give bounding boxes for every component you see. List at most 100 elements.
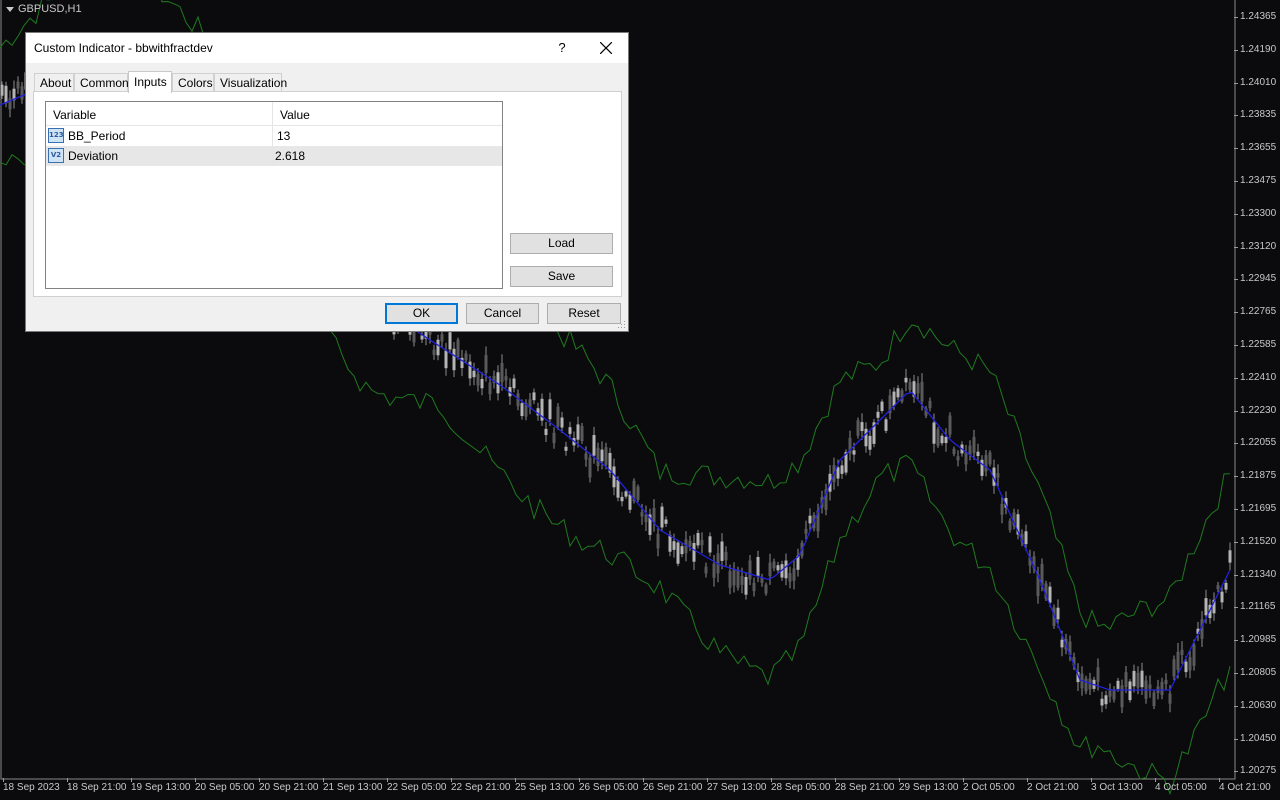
candle-body [664, 519, 668, 524]
candle-body [452, 348, 456, 371]
candle-body [1128, 681, 1132, 701]
price-tick-label: 1.20985 [1233, 634, 1277, 646]
candle-body [956, 456, 960, 461]
dialog-title-bar[interactable]: Custom Indicator - bbwithfractdev ? [26, 33, 628, 63]
candle-body [896, 388, 900, 398]
candle-body [904, 377, 908, 383]
candle-body [660, 506, 664, 528]
candle-body [432, 349, 436, 355]
help-button[interactable]: ? [552, 38, 572, 58]
tab-common[interactable]: Common [74, 73, 129, 92]
inputs-tab-panel: Variable Value 123 BB_Period 13 V2 Devia… [33, 91, 622, 297]
time-tick-label: 21 Sep 13:00 [323, 778, 383, 793]
candle-body [1152, 692, 1156, 707]
candle-body [752, 582, 756, 592]
candle-body [16, 81, 20, 89]
candle-body [708, 536, 712, 553]
time-tick-label: 4 Oct 05:00 [1155, 778, 1207, 793]
candle-body [520, 403, 524, 416]
candle-body [996, 473, 1000, 478]
candle-body [1024, 531, 1028, 545]
reset-button[interactable]: Reset [547, 303, 621, 324]
load-button[interactable]: Load [510, 233, 613, 254]
price-tick-label: 1.23475 [1233, 175, 1277, 186]
candle-body [512, 378, 516, 389]
candle-body [736, 569, 740, 588]
candle-body [1104, 695, 1108, 705]
variable-value[interactable]: 2.618 [275, 149, 305, 163]
candle-body [840, 465, 844, 474]
symbol-timeframe-label[interactable]: GBPUSD,H1 [6, 3, 82, 15]
candle-body [628, 494, 632, 510]
candle-body [700, 540, 704, 546]
candle-body [856, 420, 860, 436]
candle-body [412, 332, 416, 343]
row-divider [272, 146, 273, 166]
price-tick-label: 1.21340 [1233, 568, 1277, 580]
candle-body [724, 551, 728, 561]
candle-body [448, 332, 452, 350]
candle-body [560, 417, 564, 428]
time-tick-label: 2 Oct 05:00 [963, 778, 1015, 793]
price-tick-label: 1.23300 [1233, 207, 1277, 219]
candle-body [808, 515, 812, 524]
candle-body [1160, 681, 1164, 695]
candle-body [712, 563, 716, 578]
variable-name: Deviation [68, 149, 119, 163]
candle-body [464, 353, 468, 361]
row-divider [272, 126, 273, 146]
ok-button[interactable]: OK [385, 303, 458, 324]
candle-body [1060, 639, 1064, 648]
variable-value[interactable]: 13 [277, 129, 290, 143]
save-button[interactable]: Save [510, 266, 613, 287]
candle-body [748, 560, 752, 580]
candle-body [764, 584, 768, 594]
candle-body [852, 450, 856, 455]
tab-visualization[interactable]: Visualization [214, 73, 287, 92]
candle-body [568, 427, 572, 434]
tab-colors[interactable]: Colors [172, 73, 214, 92]
candle-body [916, 383, 920, 394]
column-divider[interactable] [272, 102, 273, 125]
tab-about[interactable]: About [34, 73, 74, 92]
input-row-deviation[interactable]: V2 Deviation 2.618 [46, 146, 502, 166]
candle-body [644, 514, 648, 523]
candle-body [1180, 649, 1184, 655]
candle-body [1164, 679, 1168, 684]
resize-grip-icon[interactable] [618, 321, 626, 329]
tab-inputs[interactable]: Inputs [128, 71, 172, 93]
candle-body [472, 370, 476, 378]
time-tick-label: 22 Sep 21:00 [451, 778, 511, 793]
price-tick-label: 1.22945 [1233, 273, 1277, 285]
close-button[interactable] [594, 38, 618, 58]
candle-body [1096, 667, 1100, 682]
candle-body [768, 562, 772, 576]
candle-body [776, 565, 780, 571]
time-tick-label: 26 Sep 21:00 [643, 778, 703, 793]
candle-body [804, 528, 808, 534]
candle-body [4, 85, 8, 104]
price-tick-label: 1.23655 [1233, 142, 1277, 154]
column-header-value[interactable]: Value [280, 108, 310, 122]
candle-body [564, 446, 568, 451]
candle-body [1048, 586, 1052, 603]
price-tick-label: 1.21165 [1233, 601, 1276, 613]
candle-body [656, 533, 660, 549]
candle-body [1116, 680, 1120, 689]
time-tick-label: 18 Sep 21:00 [67, 778, 127, 793]
custom-indicator-dialog: Custom Indicator - bbwithfractdev ? Abou… [25, 32, 629, 332]
candle-body [624, 491, 628, 497]
candle-body [880, 401, 884, 411]
inputs-grid[interactable]: Variable Value 123 BB_Period 13 V2 Devia… [45, 101, 503, 289]
candle-body [576, 424, 580, 440]
cancel-button[interactable]: Cancel [466, 303, 539, 324]
candle-body [680, 546, 684, 555]
candle-body [592, 435, 596, 456]
column-header-variable[interactable]: Variable [53, 108, 96, 122]
candle-body [1112, 689, 1116, 700]
candle-body [784, 560, 788, 579]
candle-body [952, 448, 956, 454]
candle-body [976, 451, 980, 456]
candle-body [436, 339, 440, 356]
input-row-bb-period[interactable]: 123 BB_Period 13 [46, 126, 502, 146]
